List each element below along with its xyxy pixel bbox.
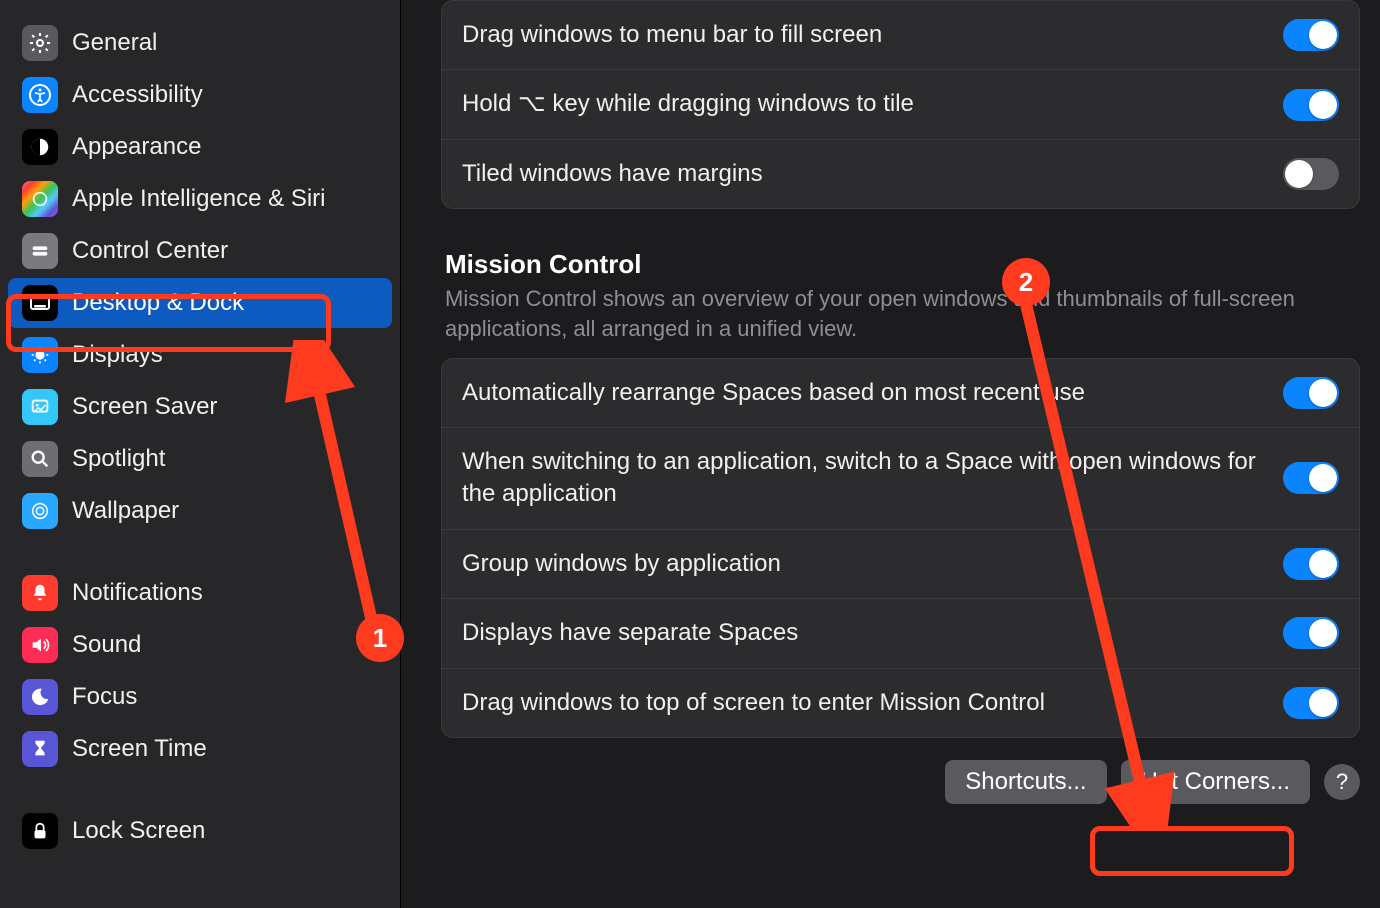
sidebar-item-label: General	[72, 29, 157, 57]
toggle-drag-menubar[interactable]	[1283, 19, 1339, 51]
setting-label: Automatically rearrange Spaces based on …	[462, 377, 1283, 409]
wallpaper-icon	[22, 493, 58, 529]
sidebar-item-appearance[interactable]: Appearance	[8, 122, 392, 172]
footer-buttons: Shortcuts... Hot Corners... ?	[441, 760, 1360, 804]
toggle-tiled-margins[interactable]	[1283, 158, 1339, 190]
setting-row-hold-option: Hold ⌥ key while dragging windows to til…	[442, 70, 1359, 139]
content-pane: Drag windows to menu bar to fill screen …	[401, 0, 1380, 908]
setting-row-separate-spaces: Displays have separate Spaces	[442, 599, 1359, 668]
toggle-rearrange-spaces[interactable]	[1283, 377, 1339, 409]
sidebar-item-label: Screen Saver	[72, 393, 217, 421]
siri-icon	[22, 181, 58, 217]
sidebar-item-label: Accessibility	[72, 81, 203, 109]
setting-row-drag-top: Drag windows to top of screen to enter M…	[442, 669, 1359, 737]
gear-icon	[22, 25, 58, 61]
moon-icon	[22, 679, 58, 715]
toggle-hold-option[interactable]	[1283, 89, 1339, 121]
toggle-group-windows[interactable]	[1283, 548, 1339, 580]
sidebar-item-screen-saver[interactable]: Screen Saver	[8, 382, 392, 432]
section-title: Mission Control	[445, 249, 1360, 280]
setting-row-tiled-margins: Tiled windows have margins	[442, 140, 1359, 208]
setting-row-rearrange-spaces: Automatically rearrange Spaces based on …	[442, 359, 1359, 428]
hourglass-icon	[22, 731, 58, 767]
sidebar-item-label: Displays	[72, 341, 163, 369]
sidebar-item-label: Lock Screen	[72, 817, 205, 845]
sidebar-item-accessibility[interactable]: Accessibility	[8, 70, 392, 120]
sidebar-item-displays[interactable]: Displays	[8, 330, 392, 380]
sidebar-item-desktop-dock[interactable]: Desktop & Dock	[8, 278, 392, 328]
sidebar-item-label: Apple Intelligence & Siri	[72, 185, 325, 213]
sidebar-item-label: Screen Time	[72, 735, 207, 763]
lock-icon	[22, 813, 58, 849]
shortcuts-button[interactable]: Shortcuts...	[945, 760, 1106, 804]
sidebar-item-label: Focus	[72, 683, 137, 711]
sidebar-item-label: Wallpaper	[72, 497, 179, 525]
sidebar-item-label: Sound	[72, 631, 141, 659]
sidebar-item-label: Spotlight	[72, 445, 165, 473]
sidebar-item-screen-time[interactable]: Screen Time	[8, 724, 392, 774]
appearance-icon	[22, 129, 58, 165]
hot-corners-button[interactable]: Hot Corners...	[1121, 760, 1310, 804]
control-center-icon	[22, 233, 58, 269]
setting-row-switch-space: When switching to an application, switch…	[442, 428, 1359, 530]
sidebar-item-sound[interactable]: Sound	[8, 620, 392, 670]
toggle-drag-top[interactable]	[1283, 687, 1339, 719]
toggle-separate-spaces[interactable]	[1283, 617, 1339, 649]
sidebar-item-lock-screen[interactable]: Lock Screen	[8, 806, 392, 856]
bell-icon	[22, 575, 58, 611]
sidebar-item-label: Control Center	[72, 237, 228, 265]
setting-label: Tiled windows have margins	[462, 158, 1283, 190]
setting-row-drag-menubar: Drag windows to menu bar to fill screen	[442, 1, 1359, 70]
help-button[interactable]: ?	[1324, 764, 1360, 800]
setting-label: Displays have separate Spaces	[462, 617, 1283, 649]
setting-label: When switching to an application, switch…	[462, 446, 1283, 511]
setting-label: Drag windows to top of screen to enter M…	[462, 687, 1283, 719]
sidebar-item-spotlight[interactable]: Spotlight	[8, 434, 392, 484]
setting-label: Hold ⌥ key while dragging windows to til…	[462, 88, 1283, 120]
sidebar-item-label: Desktop & Dock	[72, 289, 244, 317]
sidebar: General Accessibility Appearance Apple I…	[0, 0, 401, 908]
displays-icon	[22, 337, 58, 373]
setting-label: Group windows by application	[462, 548, 1283, 580]
sidebar-item-focus[interactable]: Focus	[8, 672, 392, 722]
setting-row-group-windows: Group windows by application	[442, 530, 1359, 599]
toggle-switch-space[interactable]	[1283, 462, 1339, 494]
setting-label: Drag windows to menu bar to fill screen	[462, 19, 1283, 51]
search-icon	[22, 441, 58, 477]
sidebar-item-wallpaper[interactable]: Wallpaper	[8, 486, 392, 536]
sidebar-item-label: Notifications	[72, 579, 203, 607]
section-description: Mission Control shows an overview of you…	[445, 284, 1295, 343]
sidebar-item-general[interactable]: General	[8, 18, 392, 68]
sidebar-item-label: Appearance	[72, 133, 201, 161]
windows-group: Drag windows to menu bar to fill screen …	[441, 0, 1360, 209]
accessibility-icon	[22, 77, 58, 113]
sidebar-item-notifications[interactable]: Notifications	[8, 568, 392, 618]
sidebar-item-siri[interactable]: Apple Intelligence & Siri	[8, 174, 392, 224]
sidebar-item-control-center[interactable]: Control Center	[8, 226, 392, 276]
mission-control-group: Automatically rearrange Spaces based on …	[441, 358, 1360, 738]
mission-control-header: Mission Control Mission Control shows an…	[445, 249, 1360, 343]
sound-icon	[22, 627, 58, 663]
dock-icon	[22, 285, 58, 321]
screen-saver-icon	[22, 389, 58, 425]
